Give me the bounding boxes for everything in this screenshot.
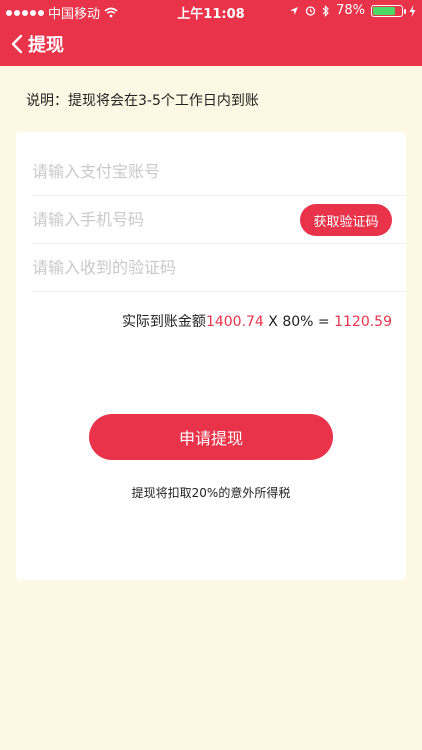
charging-icon [409, 4, 416, 17]
code-field-row [32, 244, 406, 292]
amount-multiplier: X 80% = [263, 314, 335, 330]
alipay-account-input[interactable] [32, 162, 282, 181]
get-code-button[interactable]: 获取验证码 [300, 204, 392, 236]
location-icon [290, 6, 299, 15]
phone-input[interactable] [32, 210, 282, 229]
chevron-left-icon [11, 34, 23, 54]
phone-field-row: 获取验证码 [32, 196, 406, 244]
withdraw-notice: 说明：提现将会在3-5个工作日内到账 [26, 93, 259, 109]
amount-label: 实际到账金额 [121, 314, 206, 330]
withdraw-form-card: 获取验证码 实际到账金额1400.74 X 80% = 1120.59 申请提现… [16, 132, 406, 580]
verification-code-input[interactable] [32, 258, 282, 277]
apply-withdraw-button[interactable]: 申请提现 [89, 414, 333, 460]
nav-bar: 提现 [0, 22, 422, 66]
battery-icon [371, 4, 406, 17]
amount-base: 1400.74 [205, 314, 264, 330]
page-title: 提现 [28, 35, 64, 56]
battery-percent: 78% [336, 3, 365, 18]
bluetooth-icon [322, 4, 329, 17]
status-bar: 中国移动 上午11:08 78% [0, 0, 422, 22]
tax-note: 提现将扣取20%的意外所得税 [131, 486, 291, 500]
back-button[interactable]: 提现 [10, 28, 64, 60]
amount-result: 1120.59 [334, 314, 392, 330]
alipay-field-row [32, 148, 406, 196]
alarm-icon [305, 6, 316, 16]
actual-amount-line: 实际到账金额1400.74 X 80% = 1120.59 [122, 311, 392, 331]
